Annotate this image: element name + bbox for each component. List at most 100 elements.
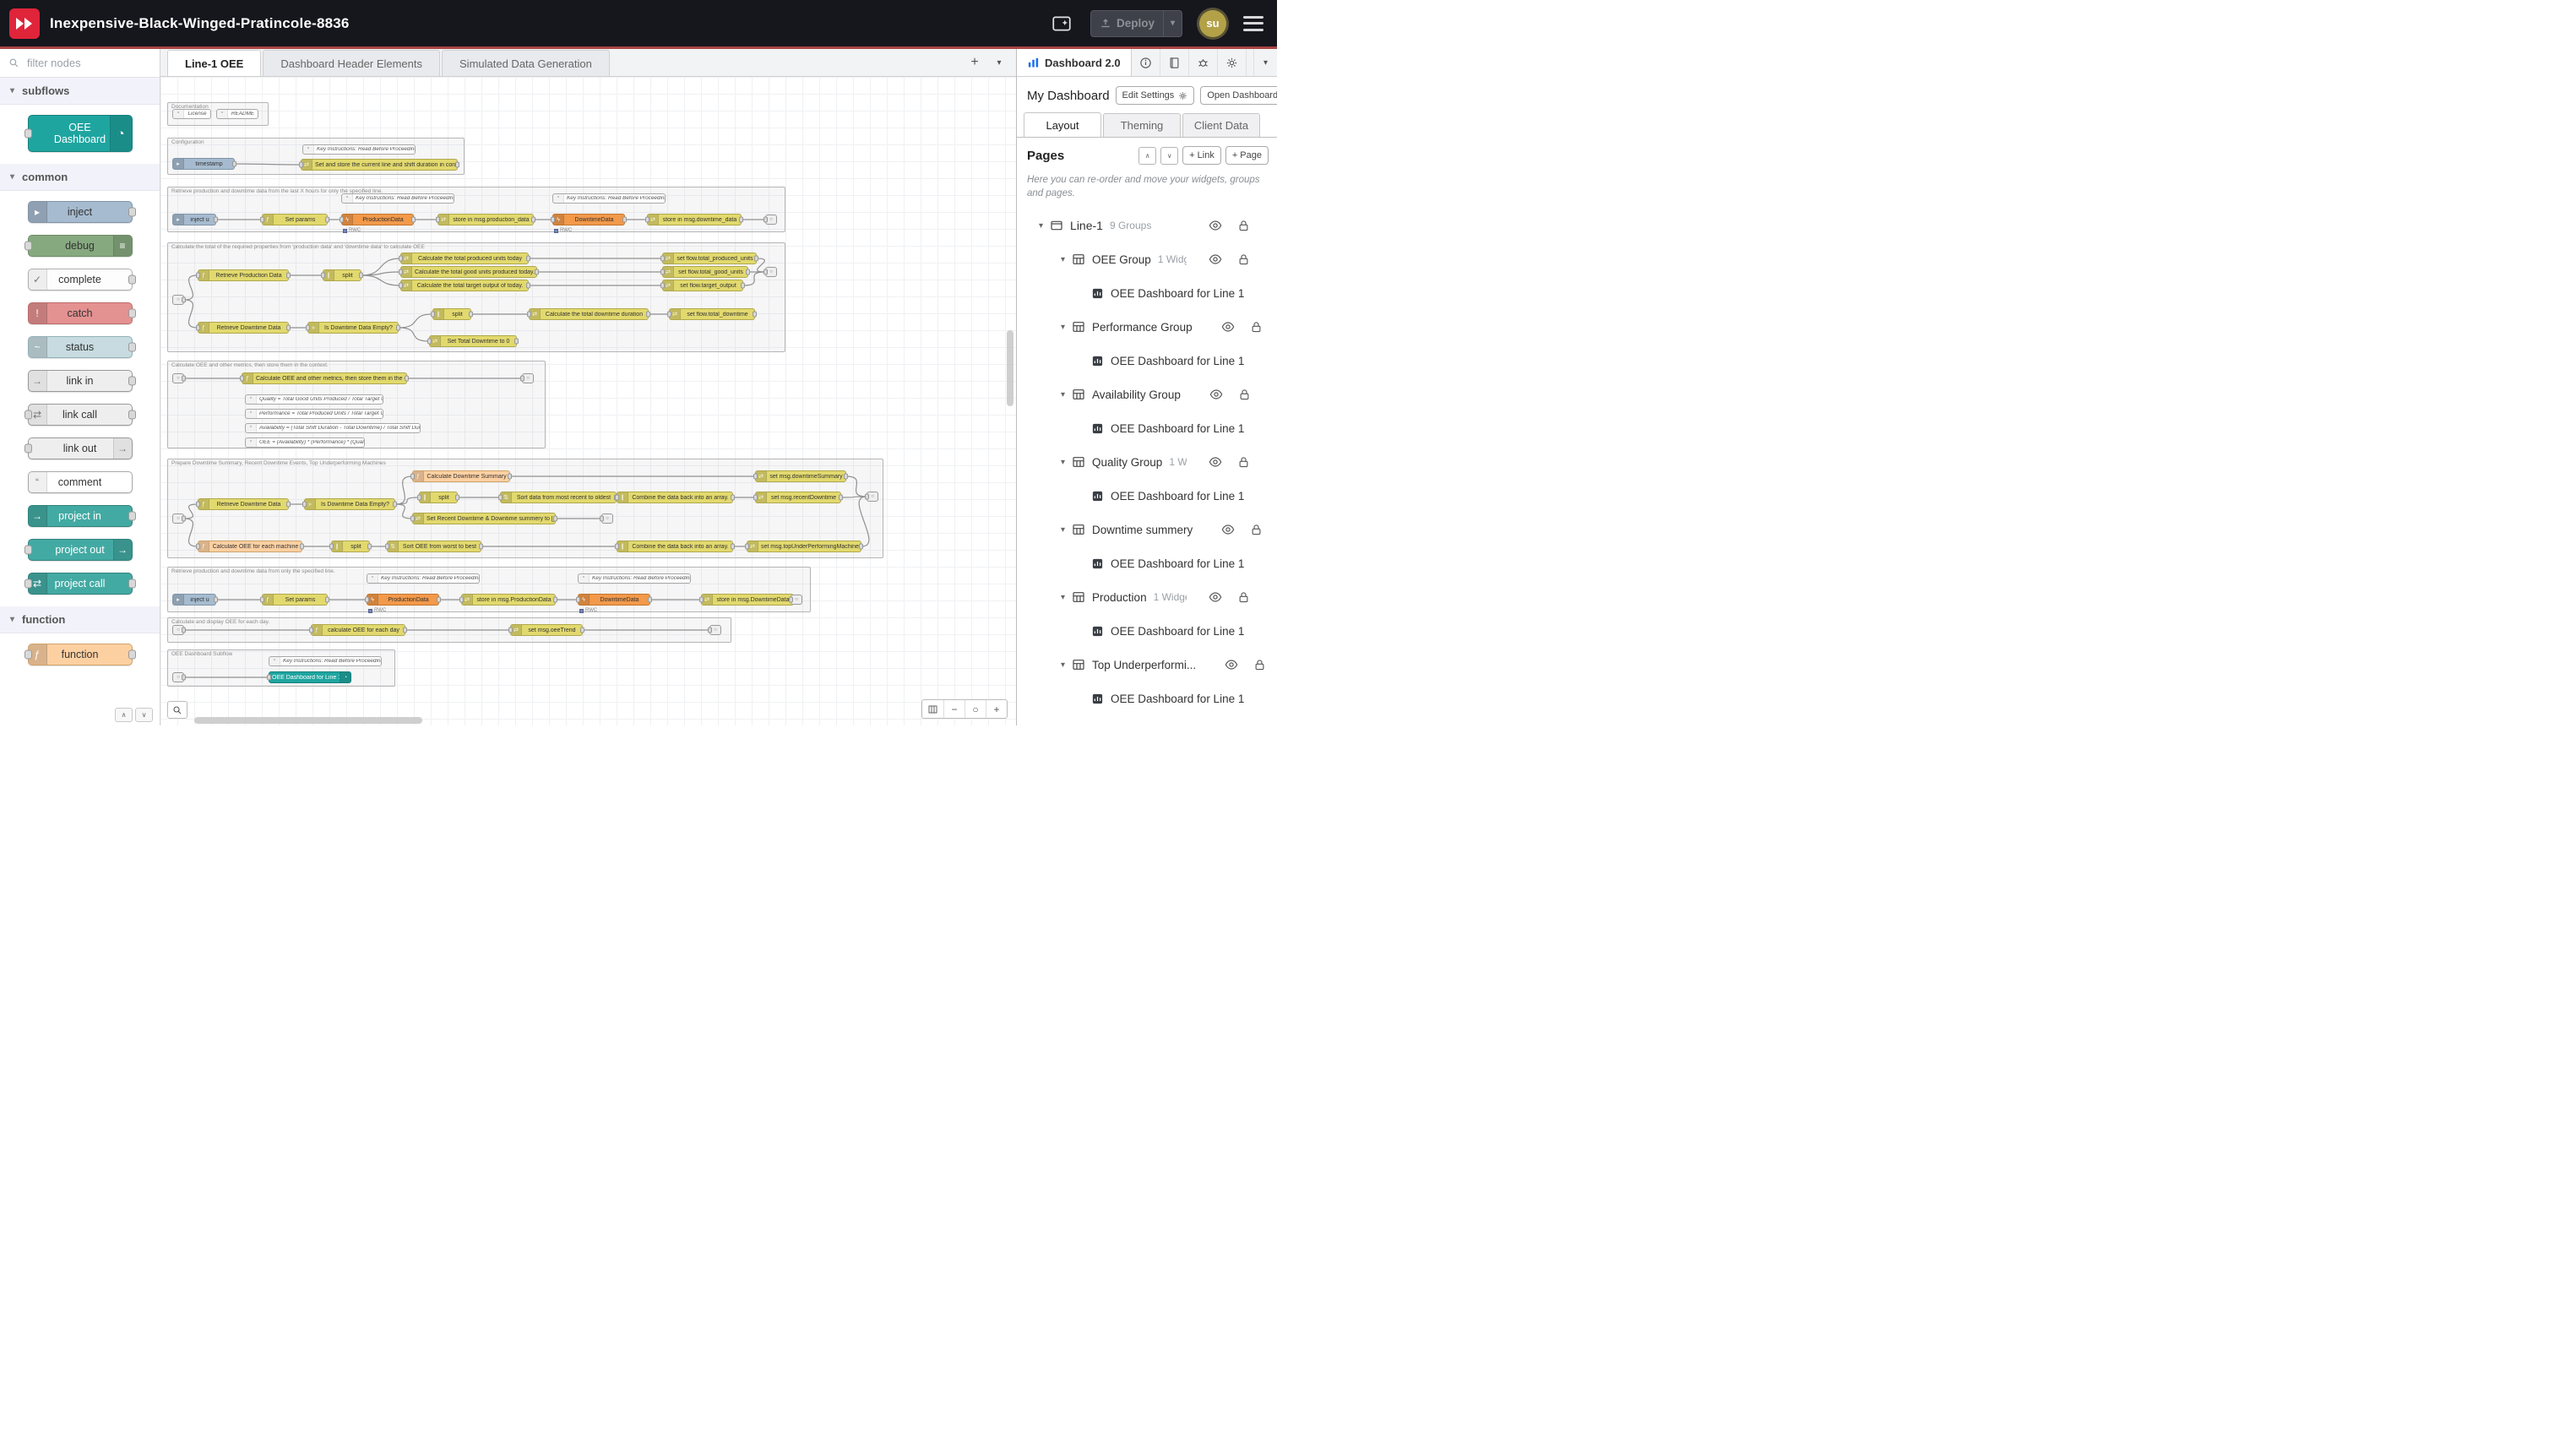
flow-node[interactable]: ○ — [172, 373, 184, 383]
flow-node[interactable]: ∥split — [432, 308, 471, 320]
flow-node[interactable]: “Availability = (Total Shift Duration - … — [245, 423, 421, 433]
flow-node[interactable]: ∥Combine the data back into an array. — [617, 492, 733, 503]
tree-row-oee-dashboard-for-line-1[interactable]: OEE Dashboard for Line 1 — [1017, 479, 1277, 513]
palette-node-project-out[interactable]: →project out — [28, 539, 133, 561]
info-icon[interactable] — [1132, 49, 1160, 76]
tab-dashboard-2-0[interactable]: Dashboard 2.0 — [1017, 49, 1132, 76]
flow-node[interactable]: ◔OEE Dashboard for Line 1 — [269, 671, 351, 683]
open-dashboard-button[interactable]: Open Dashboard — [1200, 86, 1277, 105]
flow-node[interactable]: “Key Instructions: Read Before Proceedin… — [302, 144, 416, 155]
tree-row-line-1[interactable]: ▾Line-19 Groups — [1017, 209, 1277, 242]
tree-row-downtime-summery[interactable]: ▾Downtime summery1 Widgets — [1017, 513, 1277, 546]
flow-node[interactable]: ⇄Set Recent Downtime & Downtime summery … — [412, 513, 556, 524]
flow-node[interactable]: ⇄set flow.total_produced_units — [662, 253, 757, 264]
flow-node[interactable]: “README — [216, 109, 258, 119]
flow-node[interactable]: “License — [172, 109, 211, 119]
tree-row-oee-dashboard-for-line-1[interactable]: OEE Dashboard for Line 1 — [1017, 276, 1277, 310]
flow-node[interactable]: ƒSet params — [262, 214, 328, 225]
tree-row-availability-group[interactable]: ▾Availability Group1 Widgets — [1017, 378, 1277, 411]
flow-node[interactable]: ⇄set msg.oeeTrend — [510, 624, 583, 636]
lock-icon[interactable] — [1250, 524, 1263, 536]
eye-icon[interactable] — [1209, 455, 1222, 469]
palette-section-function[interactable]: ▾function — [0, 606, 160, 633]
tree-row-oee-dashboard-for-line-1[interactable]: OEE Dashboard for Line 1 — [1017, 682, 1277, 715]
tab-client-data[interactable]: Client Data — [1182, 113, 1260, 137]
flow-node[interactable]: ⇄Calculate the total good units produced… — [400, 266, 537, 278]
flow-node[interactable]: ϟDowntimeData — [552, 214, 625, 225]
flow-node[interactable]: ○ — [172, 513, 184, 524]
flow-node[interactable]: ϟProductionData — [367, 594, 439, 606]
palette-node-function[interactable]: ƒfunction — [28, 644, 133, 666]
tree-row-oee-dashboard-for-line-1[interactable]: OEE Dashboard for Line 1 — [1017, 344, 1277, 378]
edit-settings-button[interactable]: Edit Settings — [1116, 86, 1195, 105]
tree-row-oee-dashboard-for-line-1[interactable]: OEE Dashboard for Line 1 — [1017, 546, 1277, 580]
tree-row-quality-group[interactable]: ▾Quality Group1 Widgets — [1017, 445, 1277, 479]
flow-node[interactable]: ⇄set msg.recentDowntime — [755, 492, 841, 503]
vertical-scrollbar[interactable] — [1007, 330, 1013, 406]
flow-node[interactable]: ϟProductionData — [341, 214, 414, 225]
palette-node-inject[interactable]: ▸inject — [28, 201, 133, 223]
zoom-reset-button[interactable]: ○ — [965, 700, 986, 718]
eye-icon[interactable] — [1209, 253, 1222, 266]
tab-simulated-data-generation[interactable]: Simulated Data Generation — [442, 50, 610, 76]
palette-node-comment[interactable]: “comment — [28, 471, 133, 493]
add-flow-button[interactable]: + — [964, 52, 986, 73]
eye-icon[interactable] — [1221, 523, 1235, 536]
flow-node[interactable]: »Is Downtime Data Empty? — [304, 498, 395, 510]
flow-node[interactable]: ▸inject u — [172, 594, 216, 606]
tree-row-performance-group[interactable]: ▾Performance Group1 Widgets — [1017, 310, 1277, 344]
flow-node[interactable]: ƒRetrieve Downtime Data — [198, 322, 289, 334]
palette-expand-all-button[interactable]: ∨ — [135, 708, 153, 722]
search-flows-button[interactable] — [167, 701, 187, 719]
flow-node[interactable]: ƒRetrieve Downtime Data — [198, 498, 289, 510]
palette-node-link-out[interactable]: →link out — [28, 437, 133, 459]
flow-node[interactable]: ○ — [791, 595, 802, 605]
chevron-down-icon[interactable]: ▾ — [1061, 255, 1065, 264]
palette-node-complete[interactable]: ✓complete — [28, 269, 133, 291]
flow-node[interactable]: “Key Instructions: Read Before Proceedin… — [367, 573, 480, 584]
expand-all-button[interactable]: ∨ — [1160, 147, 1178, 165]
flow-node[interactable]: ∥split — [331, 541, 370, 552]
flow-node[interactable]: ⇄Calculate the total produced units toda… — [400, 253, 529, 264]
lock-icon[interactable] — [1253, 659, 1266, 671]
eye-icon[interactable] — [1209, 590, 1222, 604]
palette-node-oee-dashboard[interactable]: ◔OEE Dashboard — [28, 115, 133, 152]
lock-icon[interactable] — [1237, 253, 1250, 266]
flow-node[interactable]: ϟDowntimeData — [578, 594, 650, 606]
flow-node[interactable]: “Key Instructions: Read Before Proceedin… — [552, 193, 666, 204]
palette-node-catch[interactable]: !catch — [28, 302, 133, 324]
flow-node[interactable]: “Quality = Total Good Units Produced / T… — [245, 394, 383, 405]
chevron-down-icon[interactable]: ▾ — [1039, 221, 1043, 231]
tab-theming[interactable]: Theming — [1103, 113, 1181, 137]
flow-node[interactable]: ○ — [601, 513, 613, 524]
flow-node[interactable]: ⇄store in msg.DowntimeData — [701, 594, 794, 606]
deploy-options-button[interactable]: ▾ — [1163, 11, 1182, 36]
flow-node[interactable]: ƒCalculate OEE for each machine — [198, 541, 302, 552]
eye-icon[interactable] — [1209, 388, 1223, 401]
flow-node[interactable]: ○ — [765, 215, 777, 225]
lock-icon[interactable] — [1250, 321, 1263, 334]
eye-icon[interactable] — [1221, 320, 1235, 334]
chevron-down-icon[interactable]: ▾ — [1061, 593, 1065, 602]
flow-node[interactable]: ⇄store in msg.production_data — [437, 214, 534, 225]
avatar[interactable]: su — [1199, 10, 1226, 37]
flow-node[interactable]: »Is Downtime Data Empty? — [307, 322, 399, 334]
flow-node[interactable]: ƒcalculate OEE for each day — [311, 624, 405, 636]
chevron-down-icon[interactable]: ▾ — [1061, 390, 1065, 399]
flow-node[interactable]: ∥split — [419, 492, 458, 503]
chevron-down-icon[interactable]: ▾ — [1061, 660, 1065, 670]
tree-row-oee-group[interactable]: ▾OEE Group1 Widgets — [1017, 242, 1277, 276]
palette-node-project-in[interactable]: →project in — [28, 505, 133, 527]
help-book-icon[interactable] — [1160, 49, 1189, 76]
menu-icon[interactable] — [1243, 15, 1263, 32]
flow-node[interactable]: ○ — [709, 625, 721, 635]
flow-node[interactable]: ⇄set flow.total_good_units — [662, 266, 748, 278]
flow-node[interactable]: ▸inject u — [172, 214, 216, 225]
tab-dashboard-header-elements[interactable]: Dashboard Header Elements — [263, 50, 440, 76]
flow-node[interactable]: ⇄Calculate the total target output of to… — [400, 280, 529, 291]
flow-node[interactable]: ⇄set msg.topUnderPerformingMachines — [747, 541, 861, 552]
flow-node[interactable]: ⇄set msg.downtimeSummary — [755, 470, 846, 482]
flow-node[interactable]: ○ — [172, 672, 184, 682]
flow-node[interactable]: ⇄Calculate the total downtime duration — [529, 308, 649, 320]
collapse-all-button[interactable]: ∧ — [1138, 147, 1156, 165]
